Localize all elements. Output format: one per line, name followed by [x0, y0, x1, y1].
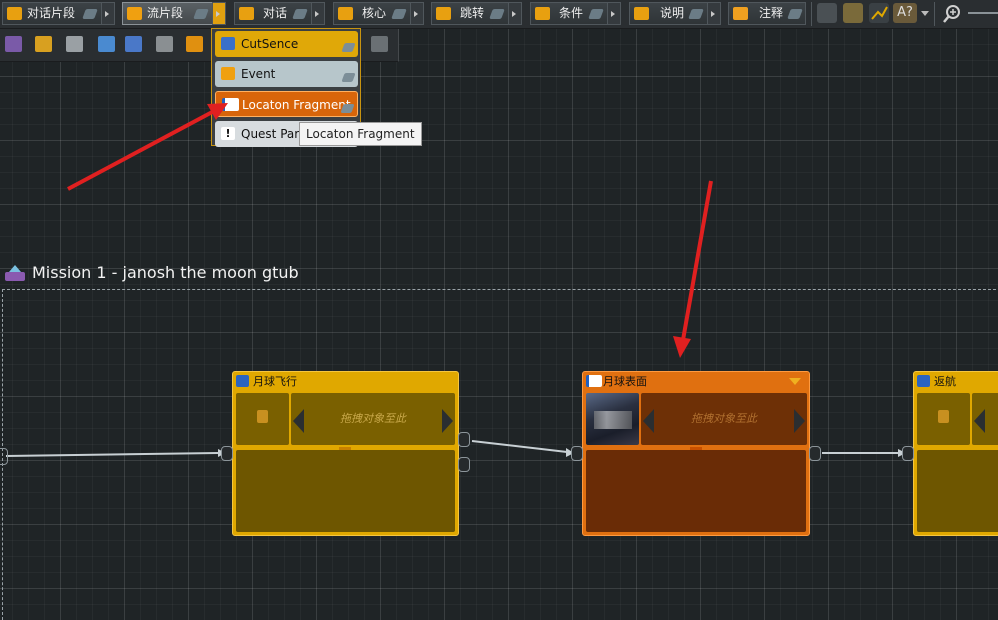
annotation-layer — [67, 103, 713, 358]
annotation-arrow-line — [67, 108, 217, 191]
annotation-arrow-line — [681, 180, 713, 341]
annotation-arrow-head — [673, 336, 691, 358]
